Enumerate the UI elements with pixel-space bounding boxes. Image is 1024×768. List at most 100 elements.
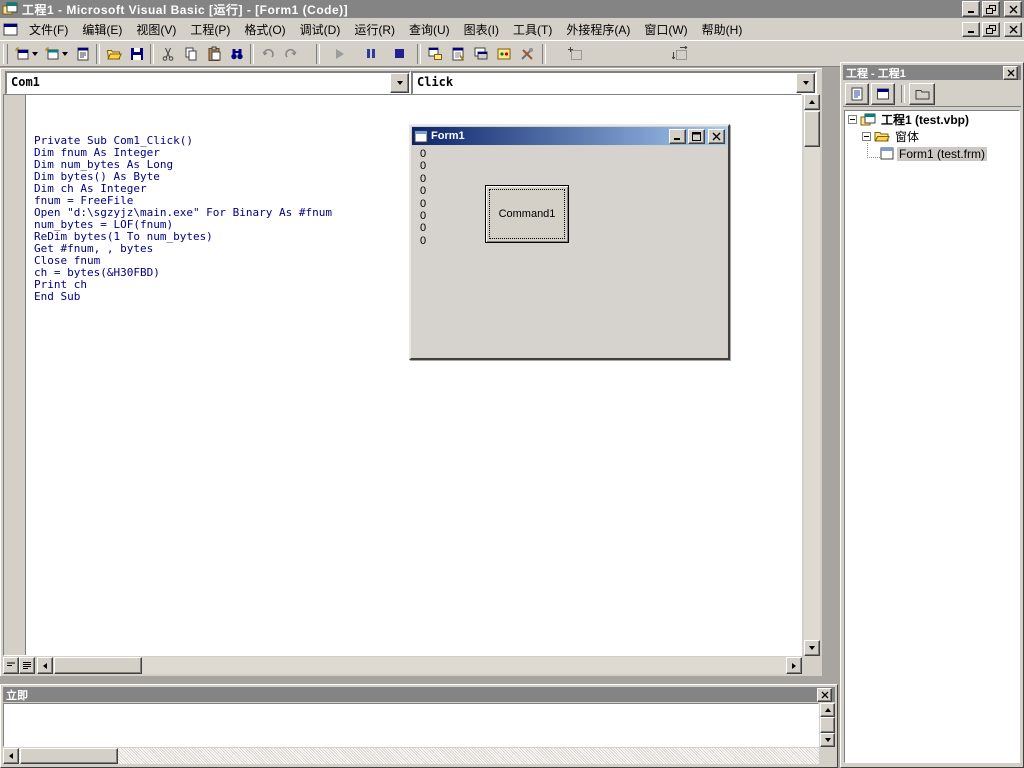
immediate-close-button[interactable]: [817, 688, 832, 702]
forms-folder-label[interactable]: 窗体: [893, 128, 921, 145]
object-dropdown[interactable]: Com1: [5, 71, 411, 95]
add-project-button[interactable]: [11, 43, 41, 65]
project-node-label[interactable]: 工程1 (test.vbp): [879, 111, 971, 128]
break-button[interactable]: [359, 43, 382, 65]
procedure-view-button[interactable]: [3, 657, 19, 674]
menu-item[interactable]: 工程(P): [183, 18, 237, 41]
scroll-left-button[interactable]: [3, 748, 19, 764]
start-button[interactable]: [328, 43, 351, 65]
full-module-view-button[interactable]: [19, 657, 35, 674]
menu-item[interactable]: 外接程序(A): [559, 18, 637, 41]
printed-value: 0: [420, 222, 426, 234]
redo-button[interactable]: [279, 43, 302, 65]
immediate-hscrollbar[interactable]: [3, 748, 819, 764]
properties-window-button[interactable]: [446, 43, 469, 65]
menu-item[interactable]: 帮助(H): [695, 18, 750, 41]
copy-icon: [183, 46, 199, 62]
form-layout-button[interactable]: [469, 43, 492, 65]
menu-editor-button[interactable]: [71, 43, 94, 65]
scroll-down-button[interactable]: [804, 640, 820, 656]
immediate-vscrollbar[interactable]: [820, 703, 835, 747]
copy-button[interactable]: [179, 43, 202, 65]
toggle-folders-button[interactable]: [909, 83, 935, 105]
collapse-icon[interactable]: [862, 132, 871, 141]
procedure-view-icon: [6, 661, 16, 670]
scroll-thumb[interactable]: [820, 717, 835, 733]
save-project-button[interactable]: [125, 43, 148, 65]
menu-item[interactable]: 格式(O): [237, 18, 292, 41]
project-tree[interactable]: 工程1 (test.vbp) 窗体: [844, 110, 1020, 763]
child-window-icon[interactable]: [3, 23, 18, 36]
window-title: 工程1 - Microsoft Visual Basic [运行] - [For…: [22, 1, 348, 18]
project-explorer-button[interactable]: [423, 43, 446, 65]
menu-item[interactable]: 视图(V): [129, 18, 183, 41]
toolbar-grip[interactable]: [3, 44, 8, 64]
child-minimize-button[interactable]: [962, 22, 980, 37]
menu-item[interactable]: 运行(R): [347, 18, 402, 41]
command1-button[interactable]: Command1: [485, 185, 569, 243]
scroll-up-button[interactable]: [820, 703, 835, 717]
form-maximize-button[interactable]: [688, 129, 705, 144]
add-form-button[interactable]: [41, 43, 71, 65]
start-icon: [336, 49, 344, 59]
scroll-up-button[interactable]: [804, 94, 820, 110]
minimize-button[interactable]: [962, 1, 980, 17]
close-button[interactable]: [1004, 1, 1022, 17]
form1-node-label[interactable]: Form1 (test.frm): [897, 147, 987, 161]
paste-button[interactable]: [202, 43, 225, 65]
collapse-icon[interactable]: [848, 115, 857, 124]
procedure-dropdown-value: Click: [413, 73, 796, 93]
object-dropdown-arrow[interactable]: [390, 73, 409, 93]
immediate-titlebar[interactable]: 立即: [3, 687, 835, 702]
menu-item[interactable]: 查询(U): [402, 18, 457, 41]
view-code-button[interactable]: [845, 83, 869, 105]
tree-row-form1[interactable]: Form1 (test.frm): [845, 145, 1019, 162]
scroll-down-button[interactable]: [820, 733, 835, 747]
toolbox-button[interactable]: [515, 43, 538, 65]
arrow-down-icon: [825, 738, 831, 742]
menu-item[interactable]: 窗口(W): [637, 18, 694, 41]
scroll-right-button[interactable]: [786, 657, 802, 674]
toolbar-separator: [417, 44, 421, 64]
open-project-button[interactable]: [102, 43, 125, 65]
code-margin-bar[interactable]: [4, 95, 26, 655]
save-icon: [129, 46, 145, 62]
scroll-thumb[interactable]: [54, 657, 142, 674]
add-project-icon: [14, 46, 30, 62]
menu-item[interactable]: 编辑(E): [75, 18, 129, 41]
find-button[interactable]: [225, 43, 248, 65]
main-titlebar[interactable]: 工程1 - Microsoft Visual Basic [运行] - [For…: [0, 0, 1024, 18]
procedure-dropdown-arrow[interactable]: [796, 73, 815, 93]
menu-item[interactable]: 文件(F): [22, 18, 75, 41]
menubar: 文件(F)编辑(E)视图(V)工程(P)格式(O)调试(D)运行(R)查询(U)…: [0, 18, 1024, 41]
scroll-track[interactable]: [53, 657, 786, 674]
scroll-thumb[interactable]: [20, 748, 118, 764]
scroll-track[interactable]: [19, 748, 819, 764]
view-object-button[interactable]: [871, 83, 895, 105]
cut-button[interactable]: [156, 43, 179, 65]
form1-titlebar[interactable]: Form1: [412, 127, 727, 145]
tree-row-project[interactable]: 工程1 (test.vbp): [845, 111, 1019, 128]
project-panel-titlebar[interactable]: 工程 - 工程1: [843, 65, 1021, 80]
menu-item[interactable]: 图表(I): [457, 18, 506, 41]
scroll-track[interactable]: [804, 110, 820, 640]
end-button[interactable]: [388, 43, 411, 65]
form-close-button[interactable]: [708, 129, 725, 144]
child-close-button[interactable]: [1004, 22, 1022, 37]
object-browser-button[interactable]: [492, 43, 515, 65]
form-printed-output: 00000000: [420, 148, 426, 247]
undo-button[interactable]: [256, 43, 279, 65]
procedure-dropdown[interactable]: Click: [411, 71, 817, 95]
scroll-left-button[interactable]: [37, 657, 53, 674]
form-minimize-button[interactable]: [669, 129, 686, 144]
menu-item[interactable]: 调试(D): [293, 18, 348, 41]
project-panel-close-button[interactable]: [1003, 66, 1018, 80]
restore-button[interactable]: [982, 1, 1000, 17]
object-dropdown-value: Com1: [7, 73, 390, 93]
menu-item[interactable]: 工具(T): [506, 18, 559, 41]
child-restore-button[interactable]: [982, 22, 1000, 37]
immediate-content[interactable]: [3, 703, 819, 747]
code-vscrollbar[interactable]: [804, 94, 820, 656]
scroll-thumb[interactable]: [804, 111, 820, 147]
find-icon: [229, 46, 245, 62]
